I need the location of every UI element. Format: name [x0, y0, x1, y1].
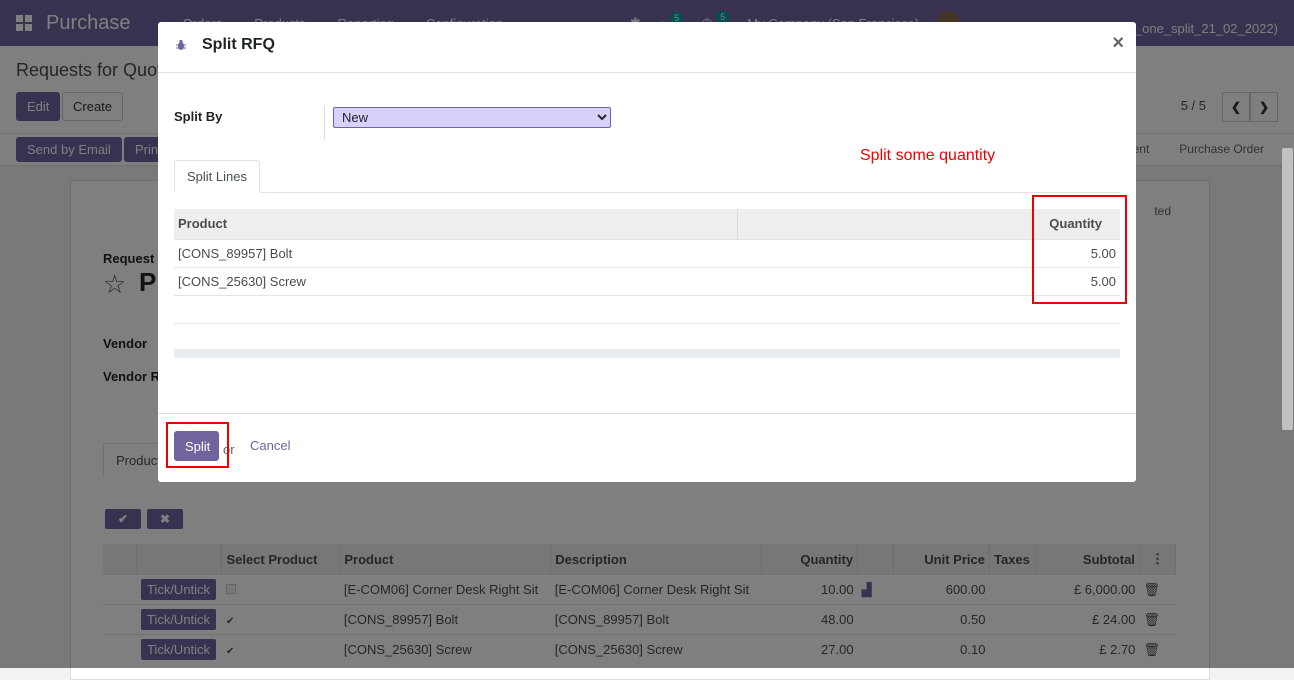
table-row[interactable]: [CONS_89957] Bolt 5.00	[174, 238, 1120, 267]
annotation-box-quantity	[1032, 195, 1127, 304]
col-product[interactable]: Product	[174, 209, 737, 239]
field-divider	[324, 106, 325, 140]
table-row[interactable]: [CONS_25630] Screw 5.00	[174, 266, 1120, 295]
split-by-select[interactable]: New	[333, 107, 611, 128]
line-product: [CONS_25630] Screw	[174, 266, 737, 295]
annotation-box-split	[166, 422, 229, 468]
tab-bar	[174, 192, 1120, 193]
col-blank	[736, 209, 1032, 239]
modal-footer: Split or Cancel	[158, 413, 1136, 482]
annotation-text: Split some quantity	[860, 147, 996, 164]
split-by-label: Split By	[174, 109, 223, 124]
cancel-link[interactable]: Cancel	[250, 438, 290, 453]
page-scrollbar[interactable]	[1282, 148, 1293, 430]
split-rfq-dialog: Split RFQ × Split By New Split some quan…	[158, 22, 1136, 482]
empty-row	[174, 294, 1120, 324]
split-lines-table: Product Quantity [CONS_89957] Bolt 5.00 …	[174, 209, 1120, 324]
table-footer	[174, 349, 1120, 358]
bug-icon	[176, 39, 186, 50]
modal-header: Split RFQ ×	[158, 22, 1136, 73]
tab-split-lines[interactable]: Split Lines	[174, 160, 260, 193]
line-product: [CONS_89957] Bolt	[174, 238, 737, 267]
close-icon[interactable]: ×	[1112, 32, 1124, 55]
modal-title: Split RFQ	[202, 36, 275, 53]
